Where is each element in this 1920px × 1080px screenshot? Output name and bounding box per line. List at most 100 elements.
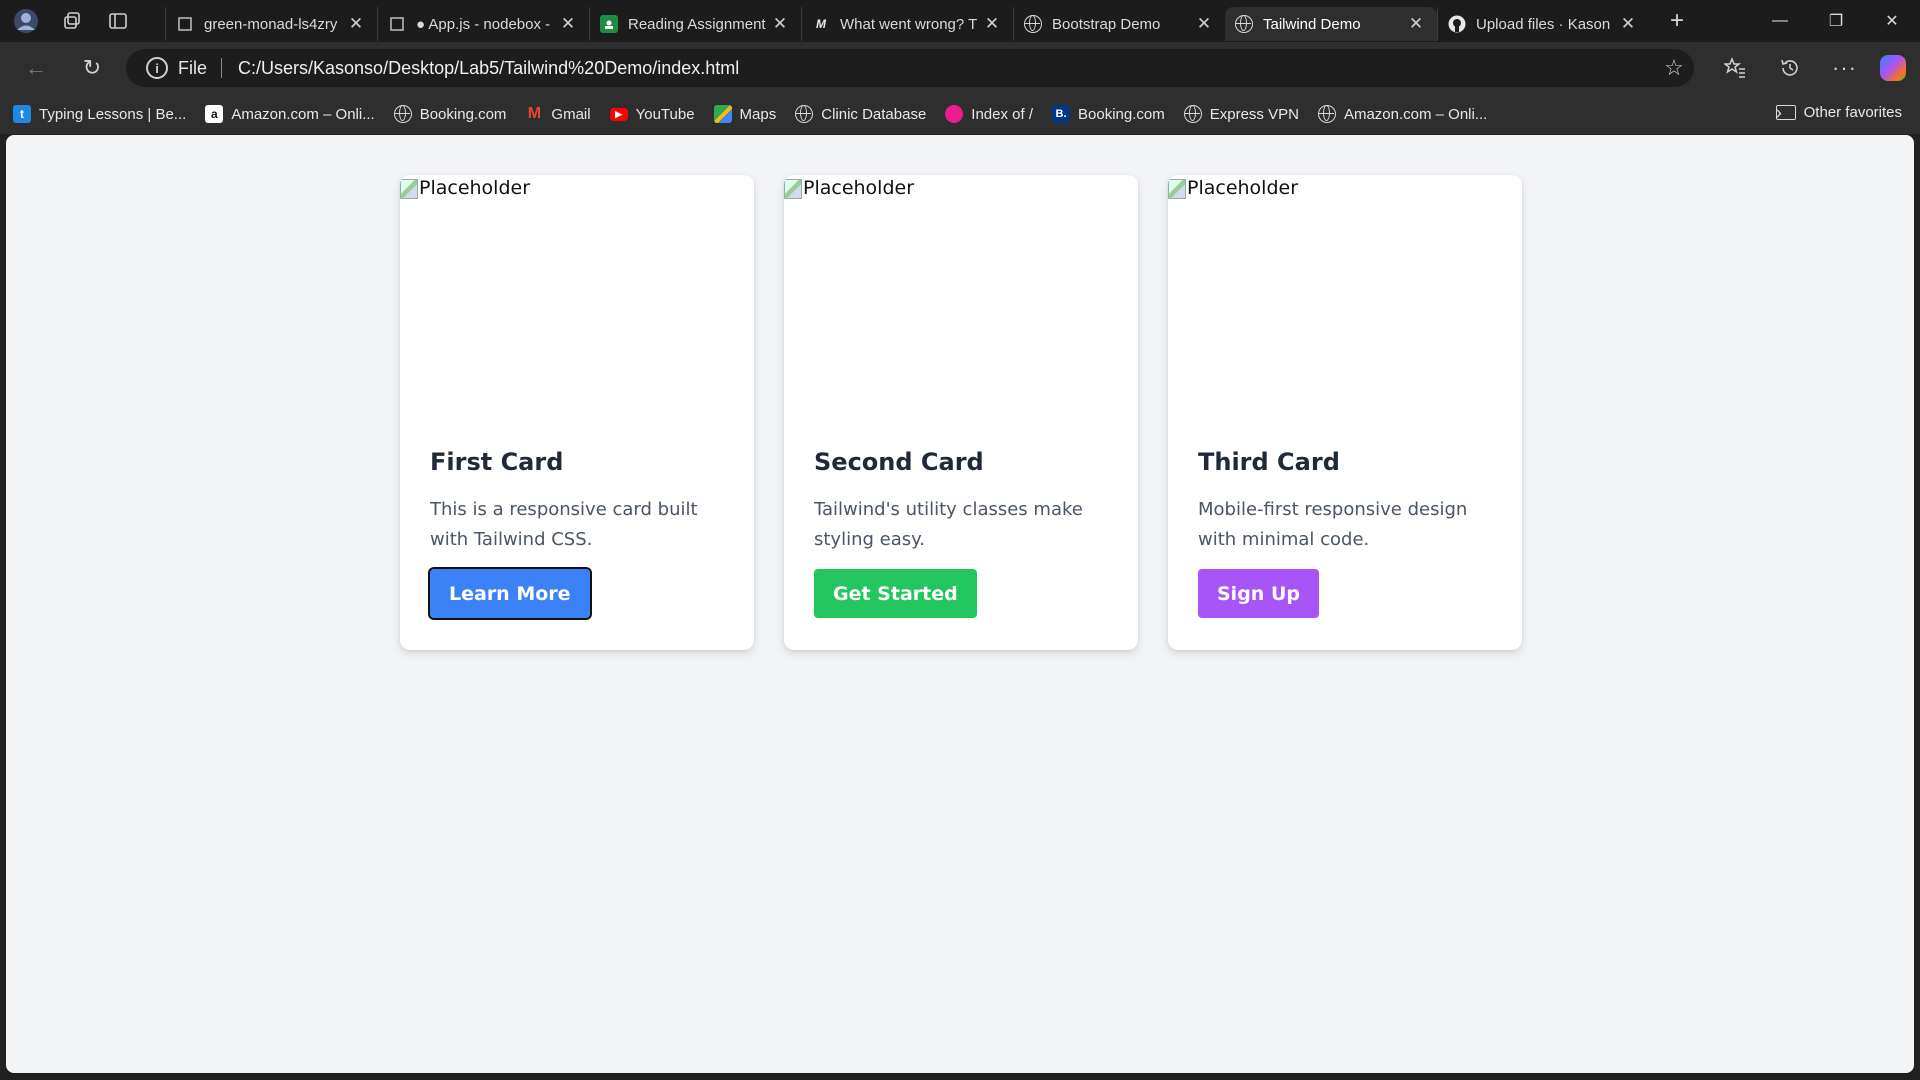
globe-icon (795, 105, 814, 123)
info-icon[interactable]: i (146, 57, 168, 79)
history-icon[interactable] (1762, 48, 1817, 88)
globe-icon (393, 105, 412, 123)
card-image-placeholder: Placeholder (784, 177, 1138, 387)
profile-avatar-icon[interactable] (10, 5, 42, 37)
tab-title: Tailwind Demo (1263, 15, 1361, 33)
close-icon[interactable]: ✕ (1405, 14, 1427, 34)
get-started-button[interactable]: Get Started (814, 569, 977, 618)
card-first: Placeholder First Card This is a respons… (400, 175, 754, 650)
youtube-icon: ▶ (609, 107, 628, 121)
url-text[interactable]: C:/Users/Kasonso/Desktop/Lab5/Tailwind%2… (238, 58, 1654, 79)
tab-title: What went wrong? T (840, 15, 978, 33)
new-tab-button[interactable]: + (1657, 7, 1697, 35)
codesandbox-icon (176, 15, 194, 33)
favorite-item-booking-2[interactable]: B. Booking.com (1052, 105, 1165, 123)
favorite-label: Index of / (971, 105, 1034, 123)
close-icon[interactable]: ✕ (769, 14, 791, 34)
minimize-icon[interactable]: — (1752, 0, 1808, 42)
favorite-item-clinic-database[interactable]: Clinic Database (795, 105, 926, 123)
favorite-label: Amazon.com – Onli... (231, 105, 375, 123)
favorite-label: Maps (739, 105, 777, 123)
favorite-item-amazon-2[interactable]: Amazon.com – Onli... (1317, 105, 1488, 123)
tab-5-active[interactable]: Tailwind Demo ✕ (1225, 7, 1437, 41)
github-icon (1448, 15, 1466, 33)
favorite-item-amazon[interactable]: a Amazon.com – Onli... (205, 105, 375, 123)
close-icon[interactable]: ✕ (557, 14, 579, 34)
tab-6[interactable]: Upload files · Kason ✕ (1437, 7, 1649, 41)
card-text: Tailwind's utility classes make styling … (814, 499, 1083, 550)
restore-icon[interactable]: ❐ (1808, 0, 1864, 42)
favorite-label: Clinic Database (821, 105, 927, 123)
broken-image-icon (400, 179, 418, 199)
favorite-label: Typing Lessons | Be... (39, 105, 187, 123)
tab-0[interactable]: green-monad-ls4zry ✕ (165, 7, 377, 41)
close-icon[interactable]: ✕ (345, 14, 367, 34)
favorites-icon[interactable] (1707, 48, 1762, 88)
window-icons (0, 0, 165, 42)
card-third: Placeholder Third Card Mobile-first resp… (1168, 175, 1522, 650)
page-viewport: Placeholder First Card This is a respons… (6, 135, 1914, 1073)
favorite-item-express-vpn[interactable]: Express VPN (1183, 105, 1299, 123)
reload-icon[interactable]: ↻ (72, 48, 112, 88)
address-bar[interactable]: i File C:/Users/Kasonso/Desktop/Lab5/Tai… (126, 49, 1694, 87)
favorite-item-typing-lessons[interactable]: t Typing Lessons | Be... (13, 105, 186, 123)
tab-1[interactable]: ● App.js - nodebox - ✕ (377, 7, 589, 41)
card-title: Second Card (814, 448, 984, 476)
amazon-icon: a (205, 105, 224, 123)
globe-icon (1183, 105, 1202, 123)
window-controls: — ❐ ✕ (1752, 0, 1920, 42)
booking-icon: B. (1052, 105, 1071, 123)
close-icon[interactable]: ✕ (981, 14, 1003, 34)
maps-icon (713, 105, 732, 123)
more-options-icon[interactable]: ··· (1817, 48, 1872, 88)
favorite-item-youtube[interactable]: ▶ YouTube (609, 105, 695, 123)
google-classroom-icon (600, 15, 618, 33)
toolbar-right: ··· (1707, 42, 1920, 94)
favorite-item-maps[interactable]: Maps (713, 105, 777, 123)
close-icon[interactable]: ✕ (1193, 14, 1215, 34)
close-window-icon[interactable]: ✕ (1864, 0, 1920, 42)
favorite-star-icon[interactable]: ☆ (1654, 55, 1694, 81)
index-icon (945, 105, 964, 123)
favorites-bar: t Typing Lessons | Be... a Amazon.com – … (0, 94, 1920, 134)
tab-3[interactable]: M What went wrong? T ✕ (801, 7, 1013, 41)
sign-up-button[interactable]: Sign Up (1198, 569, 1319, 618)
url-scheme: File (178, 57, 208, 78)
divider (221, 58, 223, 78)
card-second: Placeholder Second Card Tailwind's utili… (784, 175, 1138, 650)
favorite-label: YouTube (635, 105, 695, 123)
favorite-item-gmail[interactable]: M Gmail (525, 105, 591, 123)
favorite-label: Booking.com (419, 105, 507, 123)
vertical-tabs-icon[interactable] (102, 5, 134, 37)
broken-image-icon (784, 179, 802, 199)
tab-strip: green-monad-ls4zry ✕ ● App.js - nodebox … (0, 0, 1920, 42)
typing-icon: t (13, 105, 31, 123)
codesandbox-icon (388, 15, 406, 33)
broken-image-icon (1168, 179, 1186, 199)
card-text: This is a responsive card built with Tai… (430, 499, 698, 550)
favorite-item-index-of[interactable]: Index of / (945, 105, 1033, 123)
favorite-label: Booking.com (1078, 105, 1165, 123)
tab-2[interactable]: Reading Assignment ✕ (589, 7, 801, 41)
favorite-item-booking[interactable]: Booking.com (393, 105, 507, 123)
other-favorites-label: Other favorites (1803, 104, 1902, 121)
tab-title: ● App.js - nodebox - (416, 15, 551, 33)
close-icon[interactable]: ✕ (1617, 14, 1639, 34)
tab-4[interactable]: Bootstrap Demo ✕ (1013, 7, 1225, 41)
tab-title: Bootstrap Demo (1052, 15, 1161, 33)
card-grid: Placeholder First Card This is a respons… (400, 175, 1522, 650)
copilot-icon[interactable] (1880, 55, 1906, 81)
medium-icon: M (816, 17, 826, 31)
image-alt-text: Placeholder (803, 177, 915, 199)
learn-more-button[interactable]: Learn More (428, 567, 592, 620)
back-arrow-icon[interactable]: ← (16, 48, 56, 88)
favorite-label: Gmail (551, 105, 591, 123)
workspaces-icon[interactable] (56, 5, 88, 37)
favorite-label: Express VPN (1209, 105, 1299, 123)
other-favorites-button[interactable]: Other favorites (1775, 104, 1902, 121)
tab-title: Reading Assignment (628, 15, 766, 33)
card-title: First Card (430, 448, 564, 476)
card-text: Mobile-first responsive design with mini… (1198, 499, 1468, 550)
favorite-label: Amazon.com – Onli... (1343, 105, 1488, 123)
card-image-placeholder: Placeholder (400, 177, 754, 387)
